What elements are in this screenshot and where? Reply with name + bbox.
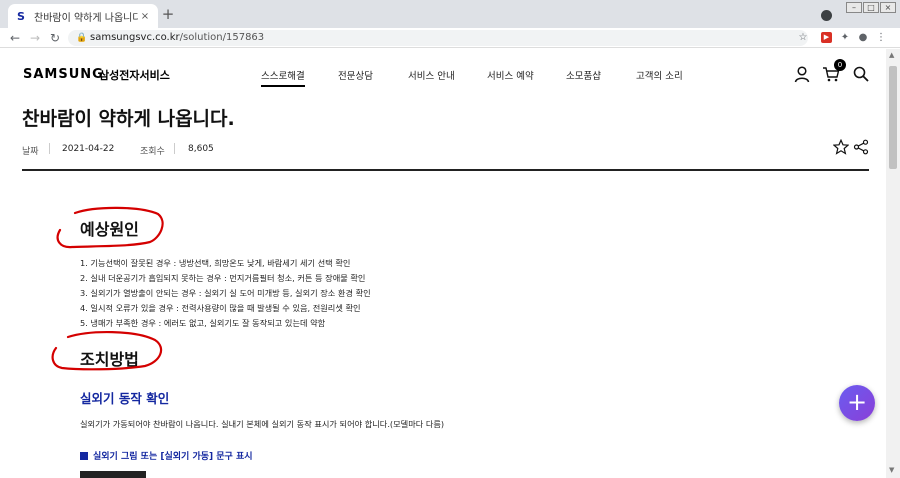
nav-self-solve[interactable]: 스스로해결 <box>261 68 305 87</box>
outdoor-unit-check-heading: 실외기 동작 확인 <box>80 391 170 406</box>
samsung-logo[interactable]: SAMSUNG <box>23 67 104 82</box>
square-bullet-icon <box>80 451 88 460</box>
scroll-down-arrow-icon[interactable]: ▼ <box>889 466 894 474</box>
back-arrow-icon[interactable]: ← <box>8 31 22 45</box>
causes-heading: 예상원인 <box>80 220 139 239</box>
browser-menu-icon[interactable]: ⋮ <box>874 31 888 45</box>
tab-title: 찬바람이 약하게 나옵니다. <box>34 12 138 24</box>
favorite-star-icon[interactable] <box>833 139 849 155</box>
extensions-puzzle-icon[interactable]: ✦ <box>838 31 852 45</box>
page-scrollbar[interactable]: ▲ ▼ <box>886 49 900 478</box>
new-tab-button[interactable]: + <box>160 5 176 23</box>
bookmark-star-icon[interactable]: ☆ <box>796 31 810 45</box>
solution-heading: 조치방법 <box>80 350 139 369</box>
user-icon[interactable] <box>793 65 811 83</box>
solution-bullet-text: 실외기 그림 또는 [실외기 가동] 문구 표시 <box>93 452 253 462</box>
title-divider <box>22 169 869 171</box>
views-label: 조회수 <box>140 147 165 157</box>
profile-avatar-icon[interactable]: ● <box>856 31 870 45</box>
cause-item: 3. 실외기가 열방출이 안되는 경우 : 실외기 실 도어 미개방 등, 실외… <box>80 288 371 298</box>
close-tab-icon[interactable]: × <box>138 11 152 22</box>
page-title: 찬바람이 약하게 나옵니다. <box>22 108 235 130</box>
service-logo-text[interactable]: 삼성전자서비스 <box>99 67 170 83</box>
cause-item: 2. 실내 더운공기가 흡입되지 못하는 경우 : 먼지거름필터 청소, 커튼 … <box>80 273 366 283</box>
scroll-up-arrow-icon[interactable]: ▲ <box>889 51 894 59</box>
cause-item: 5. 냉매가 부족한 경우 : 에러도 없고, 실외기도 잘 동작되고 있는데 … <box>80 318 326 328</box>
scrollbar-thumb[interactable] <box>889 66 897 169</box>
content-image-top-edge <box>80 471 146 478</box>
share-icon[interactable] <box>853 139 869 155</box>
solution-body-text: 실외기가 가동되어야 찬바람이 나옵니다. 실내기 본체에 실외기 동작 표시가… <box>80 419 445 429</box>
forward-arrow-icon[interactable]: → <box>28 31 42 45</box>
nav-service-booking[interactable]: 서비스 예약 <box>487 68 534 82</box>
date-value: 2021-04-22 <box>62 144 115 154</box>
browser-tab[interactable]: S 찬바람이 약하게 나옵니다. × <box>8 4 158 28</box>
minimize-window-icon[interactable]: – <box>846 2 862 13</box>
nav-consultation[interactable]: 전문상담 <box>338 68 373 82</box>
browser-tab-bar: S 찬바람이 약하게 나옵니다. × + – □ × <box>0 0 900 28</box>
close-window-icon[interactable]: × <box>880 2 896 13</box>
address-bar[interactable]: 🔒 samsungsvc.co.kr/solution/157863 <box>68 30 808 46</box>
date-label: 날짜 <box>22 147 39 157</box>
cause-item: 4. 일시적 오류가 있을 경우 : 전력사용량이 많을 때 발생될 수 있음,… <box>80 303 361 313</box>
nav-consumables-shop[interactable]: 소모품샵 <box>566 68 601 82</box>
url-host: samsungsvc.co.kr <box>90 32 180 43</box>
url-path: /solution/157863 <box>179 32 265 43</box>
meta-divider <box>49 143 50 154</box>
solution-bullet: 실외기 그림 또는 [실외기 가동] 문구 표시 <box>80 449 253 462</box>
download-status-icon[interactable] <box>821 10 832 21</box>
lock-icon: 🔒 <box>76 33 88 43</box>
reload-icon[interactable]: ↻ <box>48 31 62 45</box>
nav-service-guide[interactable]: 서비스 안내 <box>408 68 455 82</box>
views-value: 8,605 <box>188 144 214 154</box>
floating-plus-button[interactable]: + <box>839 385 875 421</box>
browser-toolbar: ← → ↻ 🔒 samsungsvc.co.kr/solution/157863… <box>0 28 900 48</box>
extension-red-icon[interactable]: ▶ <box>821 32 832 43</box>
maximize-window-icon[interactable]: □ <box>863 2 879 13</box>
cause-item: 1. 기능선택이 잘못된 경우 : 냉방선택, 희망온도 낮게, 바람세기 세기… <box>80 258 351 268</box>
site-header: SAMSUNG 삼성전자서비스 스스로해결 전문상담 서비스 안내 서비스 예약… <box>0 49 886 99</box>
samsung-favicon-icon: S <box>17 9 25 23</box>
nav-customer-voice[interactable]: 고객의 소리 <box>636 68 683 82</box>
search-icon[interactable] <box>852 65 870 83</box>
cart-count-badge: 0 <box>834 59 846 71</box>
meta-divider <box>174 143 175 154</box>
